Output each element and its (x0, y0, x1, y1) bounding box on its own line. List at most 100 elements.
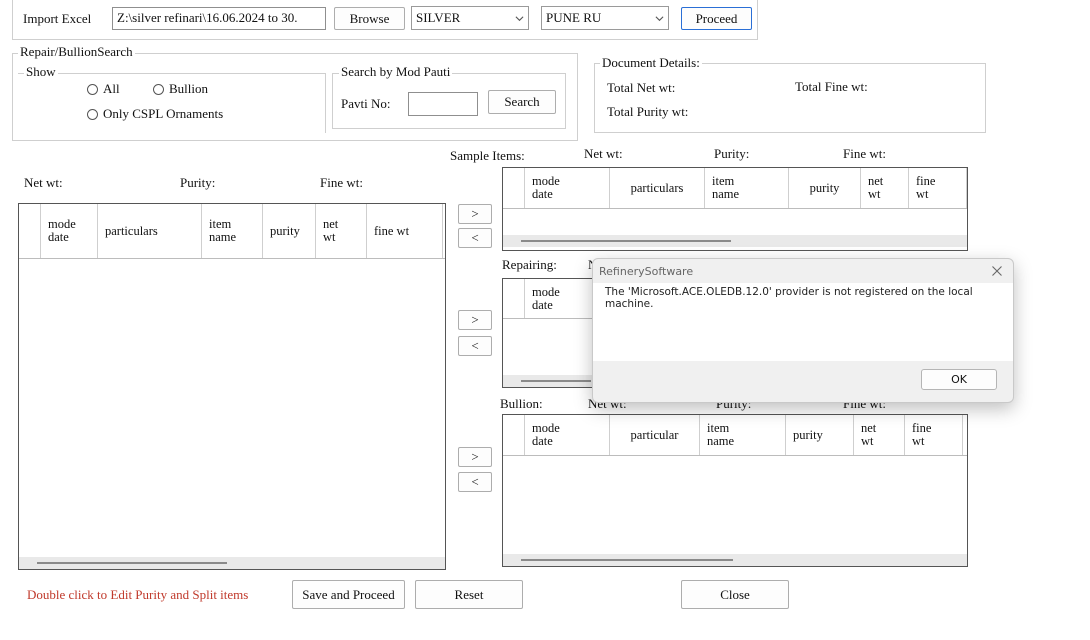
show-legend: Show (24, 64, 58, 80)
col-fine-wt-label: fine wt (912, 421, 932, 448)
left-grid-hscrollbar[interactable] (19, 557, 445, 569)
radio-bullion-circle (153, 83, 164, 95)
col-net-wt-label: net wt (868, 174, 884, 201)
branch-select[interactable]: PUNE RU (541, 6, 669, 30)
col-net-wt-label: net wt (323, 217, 339, 244)
col-particulars-label: particulars (105, 223, 158, 238)
pavti-label: Pavti No: (341, 96, 391, 111)
document-details-group (594, 63, 986, 133)
col-fine-wt-label: fine wt (916, 174, 936, 201)
col-mode-date-label: mode date (532, 284, 560, 312)
col-fine-wt[interactable]: fine wt (367, 204, 443, 258)
col-mode-date[interactable]: mode date (525, 415, 610, 455)
pavti-input[interactable] (408, 92, 478, 116)
save-and-proceed-button[interactable]: Save and Proceed (292, 580, 405, 609)
reset-button[interactable]: Reset (415, 580, 523, 609)
repair-search-legend: Repair/BullionSearch (18, 44, 135, 60)
col-item-name-label: item name (209, 217, 237, 244)
chevron-down-icon (655, 15, 664, 21)
radio-bullion-label: Bullion (169, 81, 209, 96)
col-mode-date[interactable]: mode date (525, 168, 610, 208)
chevron-down-icon (515, 15, 524, 21)
col-net-wt[interactable]: net wt (854, 415, 905, 455)
dialog-title: RefinerySoftware (599, 265, 694, 278)
col-particulars-label: particulars (630, 180, 684, 195)
sample-grid-hscrollbar[interactable] (503, 235, 967, 247)
total-purity-wt-label: Total Purity wt: (607, 104, 689, 119)
col-purity[interactable]: purity (789, 168, 861, 208)
total-net-wt-label: Total Net wt: (607, 80, 676, 95)
col-item-name[interactable]: item name (202, 204, 263, 258)
col-purity[interactable]: purity (263, 204, 316, 258)
left-grid-header: mode date particulars item name purity n… (19, 204, 445, 259)
col-net-wt-label: net wt (861, 421, 877, 448)
repairing-grid-hscroll-thumb[interactable] (521, 380, 591, 382)
col-particulars[interactable]: particulars (610, 168, 705, 208)
bullion-grid-hscrollbar[interactable] (503, 554, 967, 566)
radio-cspl-circle (87, 108, 98, 120)
col-item-name[interactable]: item name (705, 168, 789, 208)
sample-grid-header: mode date particulars item name purity n… (503, 168, 967, 209)
col-item-name-label: item name (707, 421, 735, 448)
mod-pauti-legend: Search by Mod Pauti (339, 64, 453, 80)
metal-select[interactable]: SILVER (411, 6, 529, 30)
document-details-legend: Document Details: (600, 55, 702, 71)
left-grid-hscroll-thumb[interactable] (37, 562, 227, 564)
radio-all-label: All (103, 81, 120, 96)
close-button[interactable]: Close (681, 580, 789, 609)
bullion-grid-hscroll-thumb[interactable] (521, 559, 733, 561)
dialog-message: The 'Microsoft.ACE.OLEDB.12.0' provider … (605, 286, 973, 310)
col-mode-date-label: mode date (532, 174, 560, 201)
repairing-title: Repairing: (502, 257, 557, 272)
move-left-sample-button[interactable]: < (458, 228, 492, 248)
col-fine-wt-label: fine wt (374, 223, 410, 238)
sample-grid-hscroll-thumb[interactable] (521, 240, 731, 242)
row-header-cell (503, 279, 525, 318)
col-particular[interactable]: particular (610, 415, 700, 455)
col-item-name-label: item name (712, 174, 740, 201)
col-particular-label: particular (630, 427, 679, 442)
left-items-grid[interactable]: mode date particulars item name purity n… (18, 203, 446, 570)
col-fine-wt[interactable]: fine wt (909, 168, 967, 208)
radio-cspl-label: Only CSPL Ornaments (103, 106, 224, 121)
col-particulars[interactable]: particulars (98, 204, 202, 258)
metal-select-value: SILVER (416, 10, 461, 25)
proceed-button[interactable]: Proceed (681, 7, 752, 30)
search-button[interactable]: Search (488, 90, 556, 114)
col-mode-date[interactable]: mode date (41, 204, 98, 258)
bullion-grid[interactable]: mode date particular item name purity ne… (502, 414, 968, 567)
col-net-wt[interactable]: net wt (861, 168, 909, 208)
radio-cspl-ornaments[interactable]: Only CSPL Ornaments (87, 106, 223, 122)
radio-bullion[interactable]: Bullion (153, 81, 208, 97)
radio-all[interactable]: All (87, 81, 120, 97)
close-icon[interactable] (991, 265, 1003, 277)
col-purity[interactable]: purity (786, 415, 854, 455)
error-dialog: RefinerySoftware The 'Microsoft.ACE.OLED… (592, 258, 1014, 403)
move-left-repair-button[interactable]: < (458, 336, 492, 356)
move-right-sample-button[interactable]: > (458, 204, 492, 224)
col-item-name[interactable]: item name (700, 415, 786, 455)
total-fine-wt-label: Total Fine wt: (795, 79, 868, 94)
col-net-wt[interactable]: net wt (316, 204, 367, 258)
browse-button[interactable]: Browse (334, 7, 405, 30)
sample-items-title: Sample Items: (450, 148, 525, 163)
col-purity-label: purity (793, 427, 823, 442)
bullion-title: Bullion: (500, 396, 543, 411)
radio-all-circle (87, 83, 98, 95)
left-net-wt-label: Net wt: (24, 175, 63, 190)
row-header-cell (19, 204, 41, 258)
col-fine-wt[interactable]: fine wt (905, 415, 963, 455)
sample-items-grid[interactable]: mode date particulars item name purity n… (502, 167, 968, 251)
branch-select-value: PUNE RU (546, 10, 602, 25)
col-mode-date-label: mode date (532, 421, 560, 448)
sample-fine-wt-label: Fine wt: (843, 146, 886, 161)
bullion-grid-header: mode date particular item name purity ne… (503, 415, 967, 456)
move-left-bullion-button[interactable]: < (458, 472, 492, 492)
move-right-repair-button[interactable]: > (458, 310, 492, 330)
import-path-input[interactable]: Z:\silver refinari\16.06.2024 to 30. (112, 7, 326, 30)
dialog-ok-button[interactable]: OK (921, 369, 997, 390)
import-excel-label: Import Excel (23, 11, 92, 26)
col-purity-label: purity (809, 180, 840, 195)
sample-net-wt-label: Net wt: (584, 146, 623, 161)
move-right-bullion-button[interactable]: > (458, 447, 492, 467)
